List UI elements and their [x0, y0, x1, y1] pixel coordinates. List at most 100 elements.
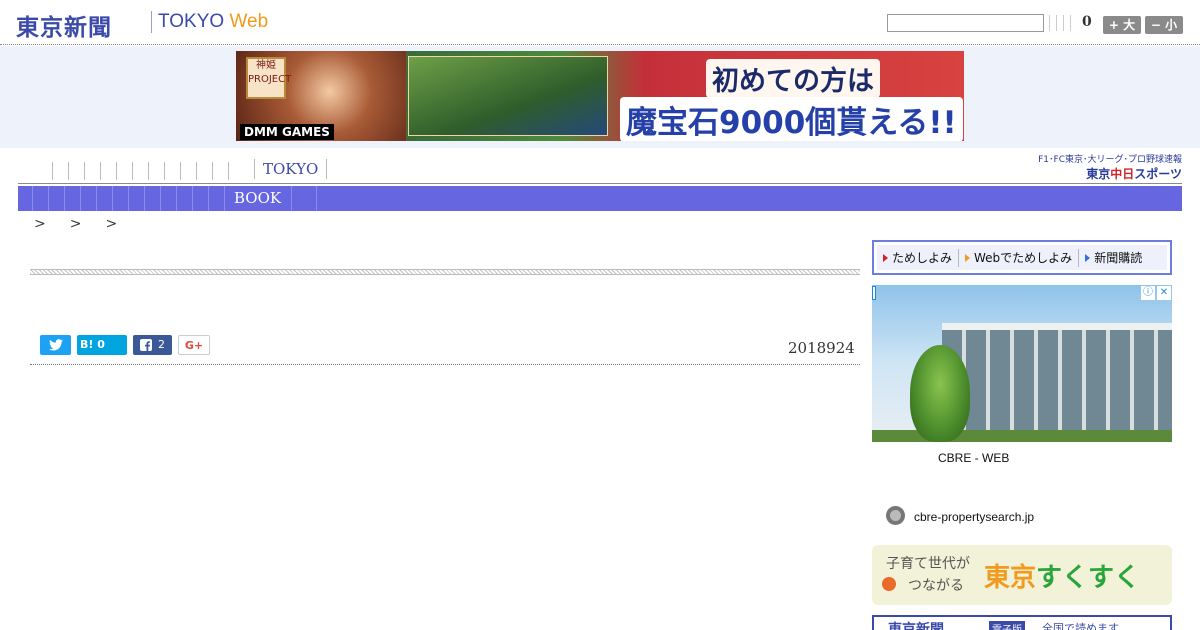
chunichi-accent: 中日	[1110, 167, 1135, 181]
service-link-web-tameshiyomi[interactable]: Webでためしよみ	[959, 248, 1080, 267]
facebook-count: 2	[158, 338, 165, 351]
article-header-divider	[30, 364, 860, 365]
secondary-nav-items	[32, 186, 240, 211]
article-title-rule	[30, 269, 860, 275]
subnav-tab[interactable]	[48, 186, 49, 211]
triangle-bullet-icon	[1085, 253, 1091, 262]
subnav-tab[interactable]	[144, 186, 145, 211]
ad-marker	[872, 286, 876, 300]
site-header: 東京新聞 TOKYO Web 0 + 大 − 小	[0, 0, 1200, 45]
chunichi-title: 東京中日スポーツ	[1022, 165, 1182, 182]
sukusuku-title: 東京すくすく	[984, 557, 1140, 594]
subnav-tab[interactable]	[128, 186, 129, 211]
subnav-tab[interactable]	[80, 186, 81, 211]
nav-tab[interactable]	[116, 162, 117, 180]
shimbun-title: 東京新聞	[888, 622, 944, 630]
nav-tab[interactable]	[148, 162, 149, 180]
triangle-bullet-icon	[965, 253, 971, 262]
separator	[1056, 15, 1057, 31]
banner-headline-top: 初めての方は	[706, 59, 880, 98]
header-link-separators	[1049, 15, 1071, 31]
shimbun-message: 全国で読めます	[1042, 622, 1119, 630]
hatena-label: B!	[80, 338, 94, 351]
article-date: 2018924	[788, 339, 855, 357]
font-size-up-button[interactable]: + 大	[1103, 16, 1141, 34]
subnav-tab-book[interactable]: BOOK	[224, 186, 293, 211]
service-link-tameshiyomi[interactable]: ためしよみ	[877, 248, 960, 267]
sidebar-ad-image[interactable]	[872, 285, 1172, 442]
service-label: Webでためしよみ	[974, 251, 1073, 265]
site-logo-en[interactable]: TOKYO Web	[158, 11, 268, 33]
facebook-share-button[interactable]: 2	[133, 335, 172, 355]
ad-choices: ⓘ ✕	[1141, 286, 1171, 300]
banner-brand-badge: 神姫 PROJECT	[246, 57, 291, 99]
nav-tab[interactable]	[164, 162, 165, 180]
site-logo[interactable]: 東京新聞	[16, 8, 112, 42]
nav-tab[interactable]	[196, 162, 197, 180]
sukusuku-title-2: すくすく	[1036, 563, 1141, 593]
social-share-bar: B! 0 2 G+	[40, 335, 210, 355]
banner-headline-bottom: 魔宝石9000個貰える!!	[620, 97, 963, 141]
game-banner-ad[interactable]: 神姫 PROJECT DMM GAMES 初めての方は 魔宝石9000個貰える!…	[236, 51, 964, 141]
breadcrumb-separator: >	[34, 216, 46, 232]
shimbun-digital-banner[interactable]: 東京新聞 電子版 全国で読めます	[872, 615, 1172, 630]
hatena-count: 0	[97, 338, 105, 351]
reading-services-bar: ためしよみ Webでためしよみ 新聞購読	[872, 240, 1172, 275]
banner-publisher: DMM GAMES	[240, 124, 334, 140]
breadcrumb: > > >	[34, 216, 117, 232]
logo-divider	[151, 11, 152, 33]
subnav-tab[interactable]	[208, 186, 209, 211]
tokyo-sukusuku-banner[interactable]: 子育て世代が つながる 東京すくすく	[872, 545, 1172, 605]
subnav-tab[interactable]	[301, 186, 317, 211]
facebook-icon	[140, 339, 152, 351]
header-counter: 0	[1082, 14, 1092, 30]
ad-close-icon[interactable]: ✕	[1157, 286, 1171, 300]
ad-url[interactable]: cbre-propertysearch.jp	[914, 510, 1034, 524]
subnav-tab[interactable]	[192, 186, 193, 211]
subnav-tab[interactable]	[96, 186, 97, 211]
nav-tab[interactable]	[212, 162, 213, 180]
font-size-down-button[interactable]: − 小	[1145, 16, 1183, 34]
nav-tab[interactable]	[68, 162, 69, 180]
reading-services-inner: ためしよみ Webでためしよみ 新聞購読	[877, 245, 1167, 270]
nav-tab[interactable]	[100, 162, 101, 180]
twitter-share-button[interactable]	[40, 335, 71, 355]
service-link-subscribe[interactable]: 新聞購読	[1079, 249, 1148, 267]
primary-nav-items	[52, 162, 244, 180]
hatena-bookmark-button[interactable]: B! 0	[77, 335, 127, 355]
triangle-bullet-icon	[883, 253, 888, 262]
chunichi-sports-link[interactable]: F1･FC東京･大リーグ･プロ野球速報 東京中日スポーツ	[1022, 152, 1182, 182]
logo-en-accent: Web	[229, 11, 269, 32]
nav-tab-tokyo[interactable]: TOKYO	[254, 159, 328, 179]
subnav-tab[interactable]	[160, 186, 161, 211]
subnav-tab[interactable]	[176, 186, 177, 211]
service-label: 新聞購読	[1094, 251, 1143, 265]
ad-building	[942, 330, 1172, 442]
nav-tab[interactable]	[228, 162, 229, 180]
nav-tab[interactable]	[84, 162, 85, 180]
subnav-tab[interactable]	[64, 186, 65, 211]
separator	[1049, 15, 1050, 31]
breadcrumb-separator: >	[69, 216, 82, 232]
search-input[interactable]	[887, 14, 1044, 32]
subnav-tab[interactable]	[32, 186, 33, 211]
separator	[1070, 15, 1071, 31]
subnav-tab[interactable]	[112, 186, 113, 211]
banner-game-screenshot	[408, 56, 608, 136]
nav-tab[interactable]	[180, 162, 181, 180]
nav-tab[interactable]	[52, 162, 53, 180]
chunichi-rest: スポーツ	[1134, 167, 1182, 181]
logo-en-text: TOKYO	[158, 11, 225, 32]
twitter-icon	[48, 339, 63, 351]
shimbun-badge: 電子版	[989, 621, 1025, 630]
breadcrumb-separator: >	[105, 216, 118, 232]
ad-title[interactable]: CBRE - WEB	[938, 451, 1009, 465]
flower-icon	[882, 577, 896, 591]
ad-tree	[910, 345, 970, 442]
nav-tab[interactable]	[132, 162, 133, 180]
sukusuku-tagline-1: 子育て世代が	[886, 556, 970, 572]
separator	[1063, 15, 1064, 31]
google-plus-share-button[interactable]: G+	[178, 335, 210, 355]
chunichi-prefix: 東京	[1086, 167, 1111, 181]
ad-info-icon[interactable]: ⓘ	[1141, 286, 1155, 300]
